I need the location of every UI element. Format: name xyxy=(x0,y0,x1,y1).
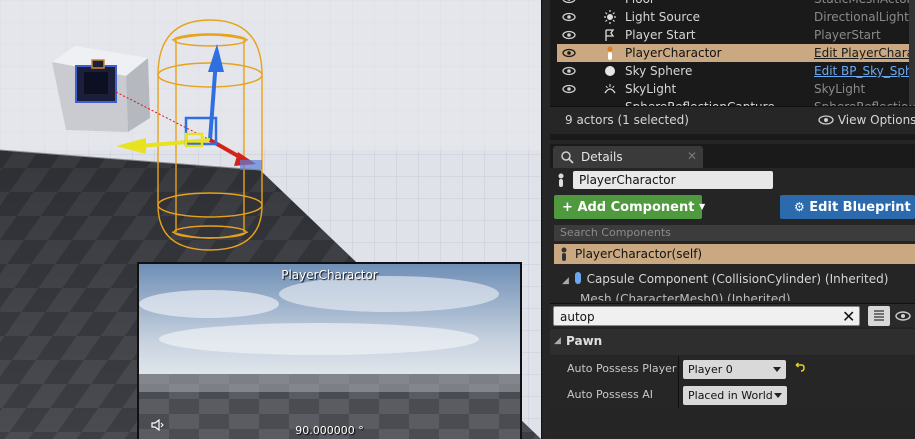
search-value: autop xyxy=(560,310,595,324)
component-label: Mesh (CharacterMesh0) (Inherited) xyxy=(580,292,791,301)
camera-preview-image xyxy=(139,264,520,439)
outliner-row[interactable]: Player Start PlayerStart xyxy=(557,26,915,44)
details-search-input[interactable]: autop ✕ xyxy=(553,306,860,326)
list-view-button[interactable] xyxy=(868,306,890,326)
view-options-button[interactable]: View Options xyxy=(818,113,915,127)
plus-icon: + xyxy=(562,200,573,215)
add-component-label: Add Component xyxy=(577,200,695,215)
pawn-icon xyxy=(558,173,564,187)
category-pawn[interactable]: ◢ Pawn xyxy=(550,329,915,355)
property-label: Auto Possess Player xyxy=(567,362,677,375)
collapse-arrow-icon[interactable]: ◢ xyxy=(562,276,569,286)
editor-side-panel: Floor StaticMeshActor Light Source Direc… xyxy=(550,0,915,439)
directional-light-icon xyxy=(603,8,617,26)
outliner-row-label: Floor xyxy=(625,0,655,8)
camera-fov-readout: 90.000000 ° xyxy=(295,424,364,437)
property-label: Auto Possess AI xyxy=(567,388,653,401)
gear-icon: ⚙ xyxy=(794,200,805,214)
add-component-button[interactable]: + Add Component ▼ xyxy=(554,195,706,219)
column-splitter[interactable] xyxy=(678,356,679,382)
player-start-icon xyxy=(603,26,617,44)
list-icon xyxy=(874,310,884,321)
outliner-row-type: StaticMeshActor xyxy=(814,0,911,8)
capsule-icon xyxy=(574,272,581,284)
tab-details[interactable]: Details ✕ xyxy=(553,146,703,168)
world-outliner: Floor StaticMeshActor Light Source Direc… xyxy=(550,0,915,140)
outliner-row[interactable]: Sky Sphere Edit BP_Sky_Sph xyxy=(557,62,915,80)
outliner-row-type: DirectionalLight xyxy=(814,10,909,24)
component-tree-item[interactable]: ◢ Capsule Component (CollisionCylinder) … xyxy=(562,270,888,290)
clear-icon[interactable]: ✕ xyxy=(842,308,855,326)
level-viewport[interactable]: PlayerCharactor 90.000000 ° xyxy=(0,0,541,439)
outliner-row-label: Player Start xyxy=(625,28,696,42)
outliner-row-label: SphereReflectionCapture xyxy=(625,98,775,106)
edit-blueprint-link[interactable]: Edit PlayerChara xyxy=(814,44,914,62)
outliner-row-label: Light Source xyxy=(625,10,700,24)
outliner-row[interactable]: Light Source DirectionalLight xyxy=(557,8,915,26)
search-components-input[interactable]: Search Components xyxy=(554,225,915,241)
outliner-scrollbar[interactable] xyxy=(909,0,915,105)
column-splitter[interactable] xyxy=(678,382,679,408)
visibility-eye-icon[interactable] xyxy=(561,26,577,44)
outliner-row-type: SkyLight xyxy=(814,82,866,96)
outliner-row-label: Sky Sphere xyxy=(625,64,693,78)
camera-preview-window: PlayerCharactor 90.000000 ° xyxy=(137,262,522,439)
edit-blueprint-button[interactable]: ⚙ Edit Blueprint ▼ xyxy=(780,195,915,219)
auto-possess-ai-dropdown[interactable]: Placed in World xyxy=(683,386,787,405)
panel-splitter[interactable] xyxy=(541,0,550,439)
dropdown-value: Player 0 xyxy=(688,363,733,376)
property-auto-possess-player: Auto Possess Player Player 0 xyxy=(550,356,915,382)
outliner-row-selected[interactable]: PlayerCharactor Edit PlayerChara xyxy=(557,44,915,62)
outliner-row-type: SphereReflection xyxy=(814,98,915,106)
camera-preview-title: PlayerCharactor xyxy=(281,268,378,282)
close-icon[interactable]: ✕ xyxy=(687,149,697,163)
outliner-row[interactable]: SphereReflectionCapture SphereReflection xyxy=(557,98,915,106)
expanded-arrow-icon[interactable]: ◢ xyxy=(554,336,561,346)
sphere-icon xyxy=(603,62,617,80)
details-filter-bar: autop ✕ xyxy=(550,303,915,327)
edit-blueprint-link[interactable]: Edit BP_Sky_Sph xyxy=(814,62,913,80)
outliner-row-label: PlayerCharactor xyxy=(625,46,722,60)
chevron-down-icon xyxy=(773,367,781,372)
outliner-footer: 9 actors (1 selected) View Options xyxy=(550,106,915,134)
visibility-eye-icon[interactable] xyxy=(561,80,577,98)
details-tab-label: Details xyxy=(581,150,623,164)
reset-to-default-icon[interactable] xyxy=(794,362,806,374)
visibility-eye-icon[interactable] xyxy=(561,0,577,8)
outliner-row-type: PlayerStart xyxy=(814,28,881,42)
details-icon xyxy=(561,151,574,164)
actor-count: 9 actors (1 selected) xyxy=(565,113,689,127)
eye-icon xyxy=(818,115,834,125)
component-label: PlayerCharactor(self) xyxy=(575,247,703,261)
visibility-eye-icon[interactable] xyxy=(561,62,577,80)
outliner-row-label: SkyLight xyxy=(625,82,677,96)
visibility-eye-icon[interactable] xyxy=(561,8,577,26)
chevron-down-icon xyxy=(774,393,782,398)
chevron-down-icon: ▼ xyxy=(698,202,706,211)
auto-possess-player-dropdown[interactable]: Player 0 xyxy=(683,360,786,379)
component-label: Capsule Component (CollisionCylinder) (I… xyxy=(586,272,889,286)
sky-light-icon xyxy=(603,80,617,98)
details-tab-bar: Details ✕ xyxy=(550,144,915,168)
pawn-icon xyxy=(603,44,617,62)
component-tree-item[interactable]: Mesh (CharacterMesh0) (Inherited) xyxy=(580,290,791,301)
property-auto-possess-ai: Auto Possess AI Placed in World xyxy=(550,382,915,408)
outliner-row[interactable]: Floor StaticMeshActor xyxy=(557,0,915,8)
eye-icon[interactable] xyxy=(894,307,912,325)
outliner-row[interactable]: SkyLight SkyLight xyxy=(557,80,915,98)
component-tree-root[interactable]: PlayerCharactor(self) xyxy=(554,244,915,264)
view-options-label: View Options xyxy=(837,113,915,127)
actor-name-field[interactable]: PlayerCharactor xyxy=(573,171,773,189)
visibility-eye-icon[interactable] xyxy=(561,44,577,62)
pawn-icon xyxy=(561,247,567,261)
dropdown-value: Placed in World xyxy=(688,389,773,402)
edit-blueprint-label: Edit Blueprint xyxy=(809,200,911,215)
category-label: Pawn xyxy=(566,334,603,348)
